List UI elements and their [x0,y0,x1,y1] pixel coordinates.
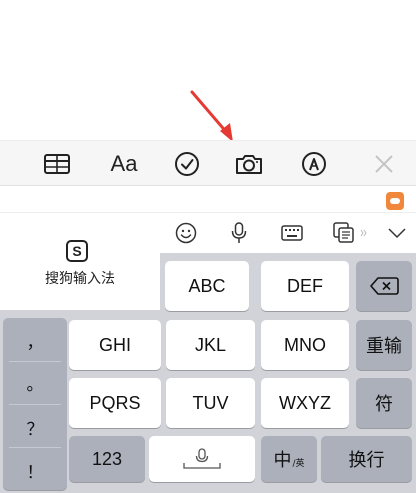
note-body[interactable] [0,0,416,140]
numbers-key[interactable]: 123 [69,436,145,482]
camera-icon[interactable] [234,149,264,179]
microphone-icon[interactable] [228,221,250,245]
chevron-down-icon[interactable] [386,221,408,245]
sogou-logo-icon: S [66,240,88,262]
microphone-icon [183,448,221,469]
note-toolbar: Aa [0,140,416,186]
key-jkl[interactable]: JKL [166,320,255,370]
divider [9,447,61,448]
markup-icon[interactable] [300,149,328,179]
key-abc[interactable]: ABC [165,261,249,311]
return-key[interactable]: 换行 [321,436,412,482]
key-mno[interactable]: MNO [261,320,349,370]
punct-question[interactable]: ？ [3,415,67,440]
lang-switch-label: 中 [273,450,292,471]
key-tuv[interactable]: TUV [166,378,255,428]
ime-logo-panel[interactable]: S 搜狗输入法 [0,228,160,310]
punct-period[interactable]: 。 [3,370,67,395]
more-icon[interactable] [359,221,369,245]
reenter-key[interactable]: 重输 [356,320,412,370]
punct-comma[interactable]: ， [3,328,67,353]
key-wxyz[interactable]: WXYZ [261,378,349,428]
divider [9,404,61,405]
space-key[interactable] [149,436,255,482]
key-pqrs[interactable]: PQRS [69,378,161,428]
table-icon[interactable] [42,149,72,179]
emoji-icon[interactable] [174,221,198,245]
divider [9,361,61,362]
lang-switch-sub: /英 [292,458,305,469]
checklist-icon[interactable] [173,149,201,179]
translate-icon[interactable] [332,221,356,245]
key-ghi[interactable]: GHI [69,320,161,370]
backspace-icon [370,277,399,295]
sogou-skin-icon[interactable] [386,192,404,210]
close-icon[interactable] [372,149,396,179]
text-style-button[interactable]: Aa [108,149,140,179]
key-def[interactable]: DEF [261,261,349,311]
keyboard-icon[interactable] [280,221,304,245]
punctuation-column[interactable]: ， 。 ？ ！ [3,318,67,490]
backspace-key[interactable] [356,261,412,311]
ime-name: 搜狗输入法 [45,270,115,286]
punct-exclamation[interactable]: ！ [3,458,67,483]
symbol-key[interactable]: 符 [356,378,412,428]
candidate-bar [0,187,416,213]
lang-switch-key[interactable]: 中/英 [261,436,317,482]
